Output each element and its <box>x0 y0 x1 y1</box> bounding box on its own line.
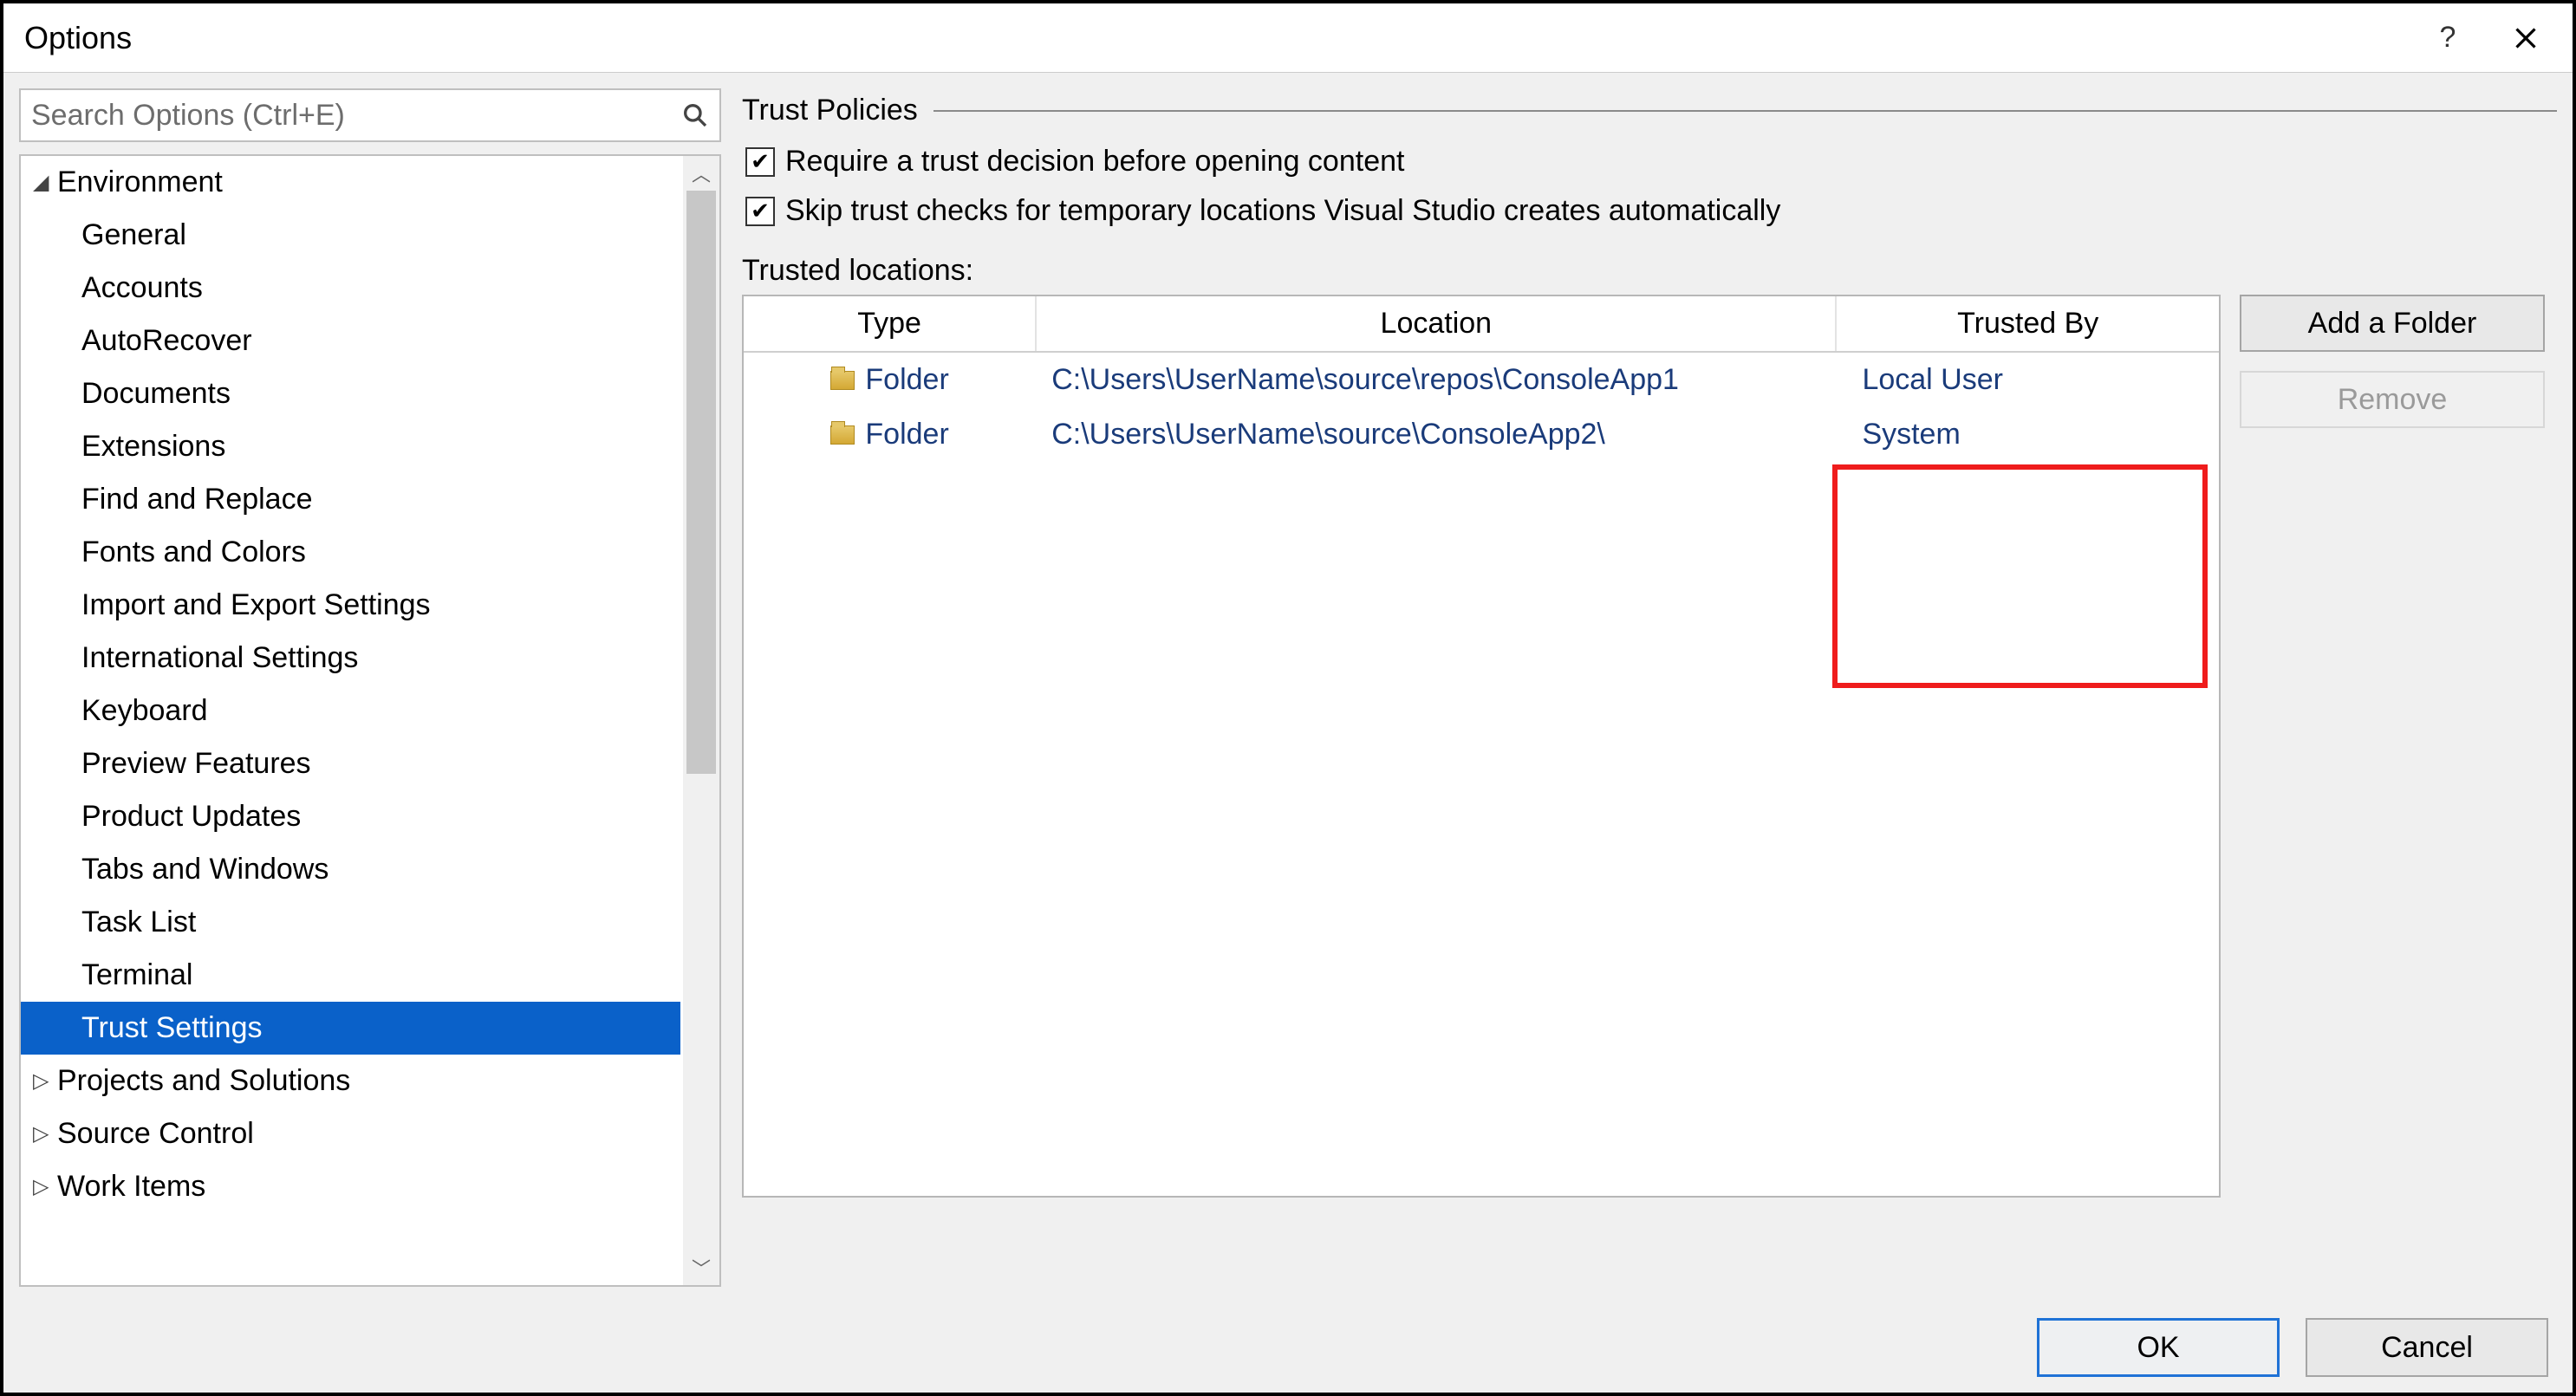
tree-item-label: Source Control <box>57 1117 254 1151</box>
scroll-up-icon[interactable]: ︿ <box>683 156 719 191</box>
tree-item[interactable]: ▷Work Items <box>21 1160 680 1213</box>
check-require-label: Require a trust decision before opening … <box>785 145 1404 179</box>
settings-panel: Trust Policies ✔ Require a trust decisio… <box>742 88 2557 1287</box>
tree-item[interactable]: Extensions <box>21 420 680 473</box>
table-header-row: Type Location Trusted By <box>744 296 2219 352</box>
tree-item[interactable]: Trust Settings <box>21 1002 680 1055</box>
cell-trusted-by: Local User <box>1836 352 2219 407</box>
col-type[interactable]: Type <box>744 296 1036 352</box>
type-label: Folder <box>865 363 948 397</box>
window-title: Options <box>24 20 2422 56</box>
tree-scrollbar[interactable]: ︿ ﹀ <box>683 156 719 1285</box>
remove-button: Remove <box>2240 371 2545 428</box>
tree-item-label: Work Items <box>57 1170 205 1204</box>
tree-item-label: Keyboard <box>81 694 208 728</box>
tree-item[interactable]: ▷Projects and Solutions <box>21 1055 680 1107</box>
tree-item[interactable]: Documents <box>21 367 680 420</box>
table-row[interactable]: Folder C:\Users\UserName\source\repos\Con… <box>744 352 2219 407</box>
cell-location: C:\Users\UserName\source\repos\ConsoleAp… <box>1036 352 1836 407</box>
ok-button[interactable]: OK <box>2037 1318 2280 1377</box>
search-icon <box>681 101 709 129</box>
tree-item[interactable]: Terminal <box>21 949 680 1002</box>
dialog-footer: OK Cancel <box>3 1302 2573 1393</box>
tree-item-label: Find and Replace <box>81 483 313 516</box>
tree-item-label: Tabs and Windows <box>81 853 329 886</box>
tree-item[interactable]: Keyboard <box>21 685 680 737</box>
tree-item[interactable]: ◢Environment <box>21 156 680 209</box>
tree-item[interactable]: Accounts <box>21 262 680 315</box>
group-title: Trust Policies <box>742 94 918 127</box>
cell-type: Folder <box>744 352 1036 407</box>
tree-item-label: Task List <box>81 906 196 939</box>
tree-item-label: AutoRecover <box>81 324 252 358</box>
tree-item-label: General <box>81 218 186 252</box>
tree-item-label: Trust Settings <box>81 1011 262 1045</box>
options-tree: ◢Environment General Accounts AutoRecover Do… <box>19 154 721 1287</box>
cell-type: Folder <box>744 407 1036 462</box>
tree-item[interactable]: AutoRecover <box>21 315 680 367</box>
tree-item-label: Accounts <box>81 271 203 305</box>
table-row[interactable]: Folder C:\Users\UserName\source\ConsoleAp… <box>744 407 2219 462</box>
group-header: Trust Policies <box>742 94 2557 127</box>
type-label: Folder <box>865 418 948 451</box>
tree-item[interactable]: Preview Features <box>21 737 680 790</box>
check-skip-row[interactable]: ✔ Skip trust checks for temporary locati… <box>742 194 2557 228</box>
folder-icon <box>830 425 855 445</box>
scroll-down-icon[interactable]: ﹀ <box>683 1250 719 1285</box>
add-folder-button[interactable]: Add a Folder <box>2240 295 2545 352</box>
tree-item-label: Documents <box>81 377 231 411</box>
check-skip-label: Skip trust checks for temporary location… <box>785 194 1780 228</box>
chevron-right-icon[interactable]: ▷ <box>33 1174 54 1199</box>
chevron-right-icon[interactable]: ▷ <box>33 1121 54 1146</box>
cancel-button[interactable]: Cancel <box>2306 1318 2548 1377</box>
tree-list[interactable]: ◢Environment General Accounts AutoRecover Do… <box>21 156 680 1285</box>
locations-area: Type Location Trusted By Folder C:\Users\… <box>742 295 2557 1287</box>
search-box[interactable] <box>19 88 721 142</box>
tree-item-label: Import and Export Settings <box>81 588 431 622</box>
tree-item-label: Extensions <box>81 430 225 464</box>
tree-item[interactable]: ▷Source Control <box>21 1107 680 1160</box>
cell-trusted-by: System <box>1836 407 2219 462</box>
scroll-thumb[interactable] <box>686 191 716 774</box>
tree-item-label: Fonts and Colors <box>81 536 306 569</box>
group-divider <box>933 110 2557 112</box>
tree-item-label: Preview Features <box>81 747 311 781</box>
table-buttons: Add a Folder Remove <box>2240 295 2545 428</box>
chevron-down-icon[interactable]: ◢ <box>33 170 54 195</box>
col-location[interactable]: Location <box>1036 296 1836 352</box>
trusted-locations-table[interactable]: Type Location Trusted By Folder C:\Users\… <box>742 295 2221 1198</box>
left-column: ◢Environment General Accounts AutoRecover Do… <box>19 88 721 1287</box>
tree-item-label: Terminal <box>81 958 192 992</box>
scroll-track[interactable] <box>683 191 719 1250</box>
tree-item[interactable]: Fonts and Colors <box>21 526 680 579</box>
tree-item[interactable]: General <box>21 209 680 262</box>
cell-location: C:\Users\UserName\source\ConsoleApp2\ <box>1036 407 1836 462</box>
tree-item[interactable]: Product Updates <box>21 790 680 843</box>
tree-item-label: Projects and Solutions <box>57 1064 350 1098</box>
trusted-locations-label: Trusted locations: <box>742 254 2557 288</box>
tree-item-label: International Settings <box>81 641 358 675</box>
folder-icon <box>830 371 855 390</box>
dialog-body: ◢Environment General Accounts AutoRecover Do… <box>3 73 2573 1302</box>
help-icon[interactable]: ? <box>2422 12 2474 64</box>
tree-item[interactable]: International Settings <box>21 632 680 685</box>
tree-item[interactable]: Tabs and Windows <box>21 843 680 896</box>
checkbox-icon[interactable]: ✔ <box>745 147 775 177</box>
titlebar: Options ? <box>3 3 2573 73</box>
col-trusted-by[interactable]: Trusted By <box>1836 296 2219 352</box>
chevron-right-icon[interactable]: ▷ <box>33 1068 54 1094</box>
check-require-row[interactable]: ✔ Require a trust decision before openin… <box>742 145 2557 179</box>
search-input[interactable] <box>31 99 681 133</box>
tree-item-label: Product Updates <box>81 800 301 834</box>
close-icon[interactable] <box>2500 12 2552 64</box>
checkbox-icon[interactable]: ✔ <box>745 197 775 226</box>
tree-item[interactable]: Task List <box>21 896 680 949</box>
tree-item-label: Environment <box>57 166 223 199</box>
tree-item[interactable]: Find and Replace <box>21 473 680 526</box>
tree-item[interactable]: Import and Export Settings <box>21 579 680 632</box>
